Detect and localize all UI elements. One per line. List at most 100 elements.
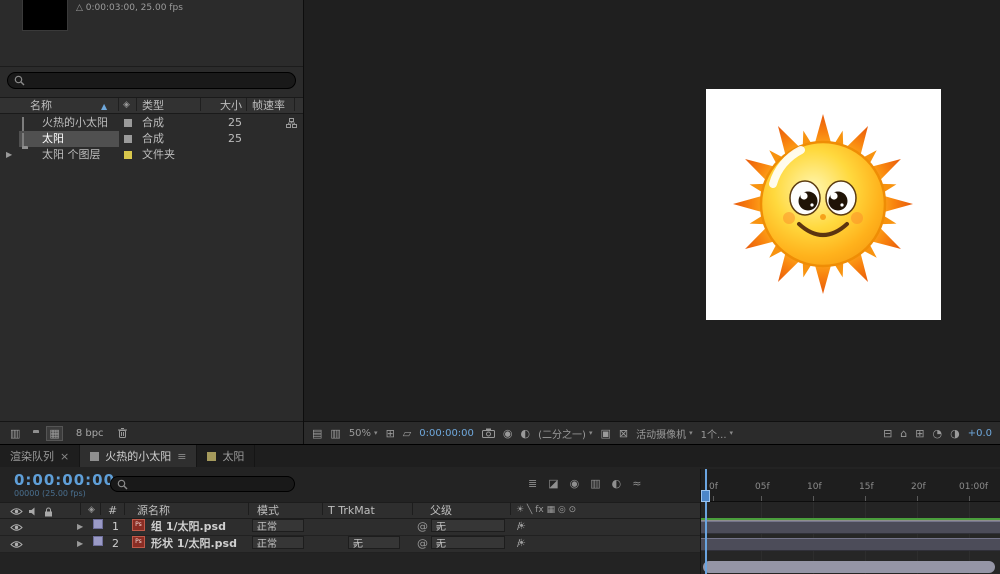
layer-row[interactable]: ▶ 1 Ps 组 1/太阳.psd 正常 ▾ @ 无 ▾ ☀ / [0,519,700,536]
toggle-mask-icon[interactable]: ▱ [403,427,411,440]
mini-flowchart-icon[interactable]: ≣ [528,477,537,490]
interpret-footage-icon[interactable]: ▥ [10,427,20,440]
current-time-display[interactable]: 0:00:00:00 [14,471,115,489]
composition-viewer[interactable] [304,0,1000,421]
video-column-eye-icon[interactable] [10,507,23,516]
parent-dropdown[interactable]: 无 ▾ [431,536,505,549]
project-row-folder[interactable]: ▶ 太阳 个图层 文件夹 [0,147,303,163]
item-type: 合成 [142,131,164,147]
tab-composition-sun[interactable]: 太阳 [197,445,255,467]
label-color-swatch[interactable] [124,135,132,143]
number-column-icon[interactable]: # [108,503,117,518]
eye-icon[interactable] [10,523,23,532]
choose-grid-icon[interactable]: ⊞ [386,427,395,440]
hide-shy-layers-icon[interactable]: ◉ [570,477,580,490]
flowchart-icon[interactable] [286,118,297,128]
project-search-input[interactable] [7,72,296,89]
label-column-icon[interactable]: ◈ [88,503,95,518]
region-of-interest-icon[interactable]: ▣ [600,427,610,440]
column-trkmat[interactable]: T TrkMat [328,503,375,518]
sort-ascending-icon[interactable]: ▲ [101,99,107,114]
layer-source-name[interactable]: 组 1/太阳.psd [151,519,226,535]
column-parent[interactable]: 父级 [430,503,452,518]
magnification-dropdown[interactable]: 50% ▾ [349,428,378,439]
column-mode[interactable]: 模式 [257,503,279,518]
reset-exposure-icon[interactable]: ◔ [932,427,942,440]
layer-row[interactable]: ▶ 2 Ps 形状 1/太阳.psd 正常 ▾ 无 ▾ @ 无 ▾ ☀ / [0,536,700,553]
show-channel-icon[interactable]: ◐ [521,427,531,440]
parent-pickwhip-icon[interactable]: @ [417,536,428,552]
quality-icon[interactable]: / [517,519,520,535]
parent-dropdown[interactable]: 无 ▾ [431,519,505,532]
timeline-track-area[interactable]: 0f 05f 10f 15f 20f 01:00f [700,469,1000,574]
project-row-composition[interactable]: 火热的小太阳 合成 25 [0,115,303,131]
show-snapshot-icon[interactable]: ◉ [503,427,513,440]
layer-duration-bar[interactable] [701,521,1000,534]
search-icon [117,479,128,490]
trkmat-dropdown[interactable]: 无 ▾ [348,536,400,549]
viewer-lock-icon[interactable]: ▤ [312,427,322,440]
eye-icon[interactable] [10,540,23,549]
blend-mode-dropdown[interactable]: 正常 ▾ [252,536,304,549]
layer-expand-icon[interactable]: ▶ [77,519,83,535]
new-composition-icon[interactable]: ▦ [46,426,62,441]
lock-column-icon[interactable] [44,507,53,517]
parent-pickwhip-icon[interactable]: @ [417,519,428,535]
viewer-timecode[interactable]: 0:00:00:00 [419,428,474,439]
label-color-swatch[interactable] [124,119,132,127]
pixel-aspect-icon[interactable]: ⊟ [883,427,892,440]
psd-file-icon: Ps [132,519,145,531]
tab-label: 渲染队列 [10,448,54,464]
item-name: 太阳 [42,131,64,147]
column-size[interactable]: 大小 [204,98,242,113]
resolution-value: (二分之一) [538,426,586,441]
color-depth-button[interactable]: 8 bpc [76,428,104,439]
quality-icon[interactable]: / [517,536,520,552]
ruler-tick [813,496,814,501]
close-icon[interactable]: × [60,450,69,463]
layer-label-swatch[interactable] [93,519,103,529]
resolution-dropdown[interactable]: (二分之一) ▾ [538,426,592,441]
current-time-indicator-line[interactable] [705,469,707,574]
column-framerate[interactable]: 帧速率 [252,98,285,113]
layer-source-name[interactable]: 形状 1/太阳.psd [151,536,237,552]
project-row-composition-selected[interactable]: 太阳 合成 25 [0,131,303,147]
timeline-button-icon[interactable]: ⊞ [915,427,924,440]
timeline-search-input[interactable] [110,476,295,492]
column-type[interactable]: 类型 [142,98,164,113]
label-color-column-icon[interactable]: ◈ [123,98,130,113]
label-color-swatch[interactable] [124,151,132,159]
blend-mode-dropdown[interactable]: 正常 ▾ [252,519,304,532]
graph-editor-icon[interactable]: ≈ [632,477,641,490]
draft-3d-icon[interactable]: ◪ [548,477,558,490]
frame-blending-icon[interactable]: ▥ [590,477,600,490]
chevron-down-icon: ▾ [730,429,734,437]
layer-duration-bar[interactable] [701,538,1000,551]
panel-menu-icon[interactable]: ≡ [177,450,186,463]
delete-icon[interactable] [117,427,128,439]
expand-triangle-icon[interactable]: ▶ [6,147,12,163]
viewer-options-icon[interactable]: ▥ [330,427,340,440]
column-name[interactable]: 名称 [30,98,52,113]
column-separator [80,503,81,515]
layer-label-swatch[interactable] [93,536,103,546]
time-ruler[interactable]: 0f 05f 10f 15f 20f 01:00f [701,469,1000,502]
snapshot-icon[interactable] [482,428,495,438]
fast-previews-icon[interactable]: ⌂ [900,427,907,440]
view-layout-dropdown[interactable]: 1个... ▾ [701,426,733,441]
composition-canvas[interactable] [706,89,941,320]
tab-render-queue[interactable]: 渲染队列 × [0,445,80,467]
current-time-indicator-handle[interactable] [701,490,710,502]
column-separator [510,503,511,515]
timeline-panel: 渲染队列 × 火热的小太阳 ≡ 太阳 0:00:00:00 00000 (25.… [0,444,1000,574]
motion-blur-icon[interactable]: ◐ [612,477,622,490]
camera-dropdown[interactable]: 活动摄像机 ▾ [636,426,693,441]
layer-expand-icon[interactable]: ▶ [77,536,83,552]
horizontal-scrollbar[interactable] [703,561,995,573]
chevron-down-icon: ▾ [257,537,261,553]
audio-column-speaker-icon[interactable] [28,507,37,516]
tab-composition-active[interactable]: 火热的小太阳 ≡ [80,445,197,467]
column-source-name[interactable]: 源名称 [137,503,170,518]
exposure-value[interactable]: +0.0 [968,428,992,439]
transparency-grid-icon[interactable]: ⊠ [619,427,628,440]
